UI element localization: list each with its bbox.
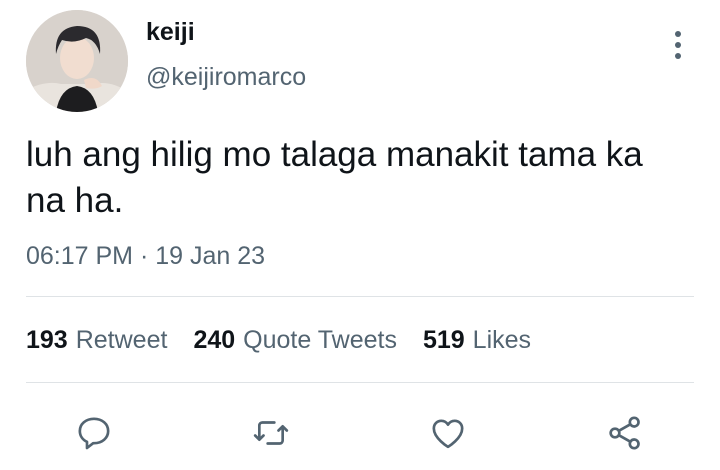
quote-stat[interactable]: 240 Quote Tweets [193,326,397,355]
avatar[interactable] [26,10,128,112]
more-dot-icon [675,53,681,59]
likes-count: 519 [422,326,465,354]
more-dot-icon [675,31,681,37]
retweet-count: 193 [26,326,68,354]
retweet-button[interactable] [243,405,299,461]
retweet-label: Retweet [75,326,168,354]
tweet-actions [0,405,720,461]
meta-separator: · [139,242,149,270]
tweet-stats: 193 Retweet 240 Quote Tweets 519 Likes [26,326,531,355]
tweet-timestamp[interactable]: 06:17 PM · 19 Jan 23 [26,242,265,271]
tweet-time: 06:17 PM [26,242,134,270]
likes-label: Likes [472,326,532,354]
like-button[interactable] [420,405,476,461]
more-dot-icon [675,42,681,48]
avatar-image [26,10,128,112]
reply-button[interactable] [66,405,122,461]
quote-count: 240 [193,326,236,354]
more-options-button[interactable] [664,25,692,65]
user-handle[interactable]: @keijiromarco [146,63,306,92]
quote-label: Quote Tweets [243,326,397,354]
retweet-icon [253,421,289,445]
share-nodes-icon [609,416,640,450]
divider [26,382,694,383]
comment-bubble-icon [78,417,110,450]
heart-icon [432,419,464,449]
divider [26,296,694,297]
tweet-text: luh ang hilig mo talaga manakit tama ka … [26,135,643,220]
retweet-stat[interactable]: 193 Retweet [26,326,167,355]
share-button[interactable] [597,405,653,461]
tweet-date: 19 Jan 23 [155,242,266,270]
display-name[interactable]: keiji [146,18,195,47]
likes-stat[interactable]: 519 Likes [423,326,531,355]
